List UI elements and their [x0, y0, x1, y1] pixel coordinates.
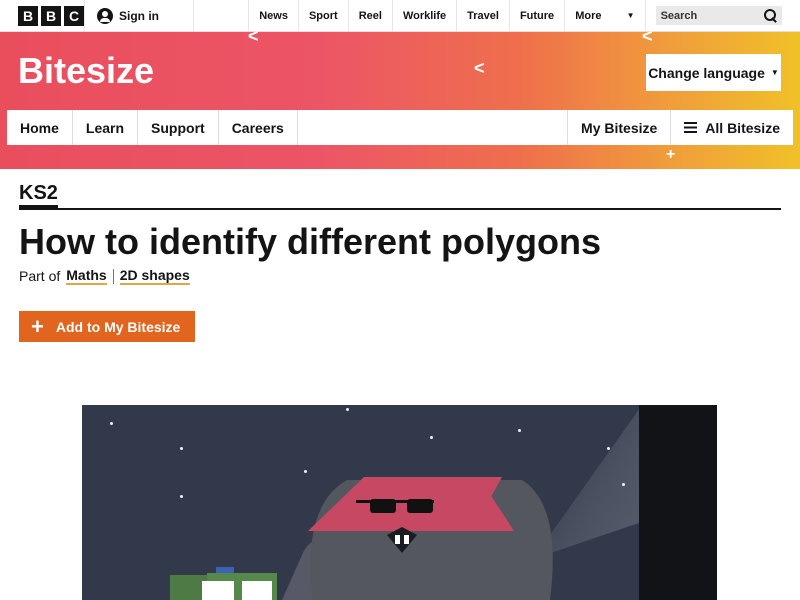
page-title: How to identify different polygons	[19, 221, 601, 262]
bar-spacer	[194, 0, 250, 31]
search-placeholder: Search	[660, 9, 698, 22]
subnav-all-bitesize[interactable]: All Bitesize	[671, 110, 793, 145]
bbc-logo-letter: B	[18, 5, 38, 26]
search-input[interactable]: Search	[655, 6, 782, 25]
search-icon[interactable]	[763, 9, 777, 22]
robot-light	[216, 567, 234, 573]
plus-icon: +	[31, 313, 44, 339]
nav-travel[interactable]: Travel	[457, 0, 510, 31]
subnav-learn[interactable]: Learn	[73, 110, 139, 145]
subnav-home[interactable]: Home	[7, 110, 73, 145]
decoration-chevron-icon: <	[474, 58, 485, 78]
user-icon	[97, 7, 113, 24]
tooth	[395, 535, 400, 544]
change-language-button[interactable]: Change language ▼	[646, 54, 781, 91]
robot-screen	[242, 581, 272, 600]
article-title-card: KS2 How to identify different polygons P…	[7, 169, 793, 298]
menu-icon	[684, 122, 698, 133]
breadcrumb-separator	[112, 268, 114, 284]
decoration-chevron-icon: <	[642, 26, 653, 46]
bbc-global-bar: B B C Sign in News Sport Reel Worklife T…	[0, 0, 800, 32]
robot-screen	[202, 581, 234, 600]
divider	[19, 208, 781, 210]
nav-sport[interactable]: Sport	[299, 0, 349, 31]
decoration-plus-icon: +	[666, 146, 676, 163]
change-language-label: Change language	[648, 64, 765, 81]
bitesize-header: < < < + Bitesize Change language ▼ Home …	[0, 26, 800, 169]
breadcrumb: Part of Maths 2D shapes	[19, 267, 190, 285]
chevron-down-icon: ▼	[626, 11, 635, 20]
subnav-support[interactable]: Support	[138, 110, 219, 145]
nav-reel[interactable]: Reel	[349, 0, 393, 31]
subnav-my-bitesize[interactable]: My Bitesize	[568, 110, 672, 145]
subnav-careers[interactable]: Careers	[219, 110, 298, 145]
add-button-label: Add to My Bitesize	[55, 318, 181, 335]
nav-future[interactable]: Future	[510, 0, 566, 31]
chevron-down-icon: ▼	[770, 68, 779, 77]
tooth	[404, 535, 409, 544]
breadcrumb-2d-shapes[interactable]: 2D shapes	[119, 267, 190, 285]
bitesize-subnav: Home Learn Support Careers My Bitesize A…	[7, 110, 793, 145]
nav-more-dropdown[interactable]: More ▼	[565, 0, 646, 31]
bitesize-logo[interactable]: Bitesize	[18, 50, 154, 92]
all-bitesize-label: All Bitesize	[705, 119, 780, 136]
bbc-logo-letter: B	[41, 5, 61, 26]
video-player[interactable]	[82, 405, 717, 600]
bbc-logo[interactable]: B B C	[0, 0, 85, 31]
part-of-label: Part of	[19, 268, 61, 284]
video-scene	[170, 477, 553, 600]
nav-more-label: More	[575, 9, 602, 22]
sign-in-label: Sign in	[119, 8, 159, 23]
bbc-logo-letter: C	[64, 5, 84, 26]
decoration-chevron-icon: <	[248, 26, 259, 46]
key-stage-link[interactable]: KS2	[19, 181, 58, 208]
breadcrumb-maths[interactable]: Maths	[66, 267, 107, 285]
add-to-my-bitesize-button[interactable]: + Add to My Bitesize	[19, 311, 195, 342]
nav-worklife[interactable]: Worklife	[393, 0, 458, 31]
subnav-spacer	[298, 110, 569, 145]
sign-in-link[interactable]: Sign in	[85, 0, 194, 31]
